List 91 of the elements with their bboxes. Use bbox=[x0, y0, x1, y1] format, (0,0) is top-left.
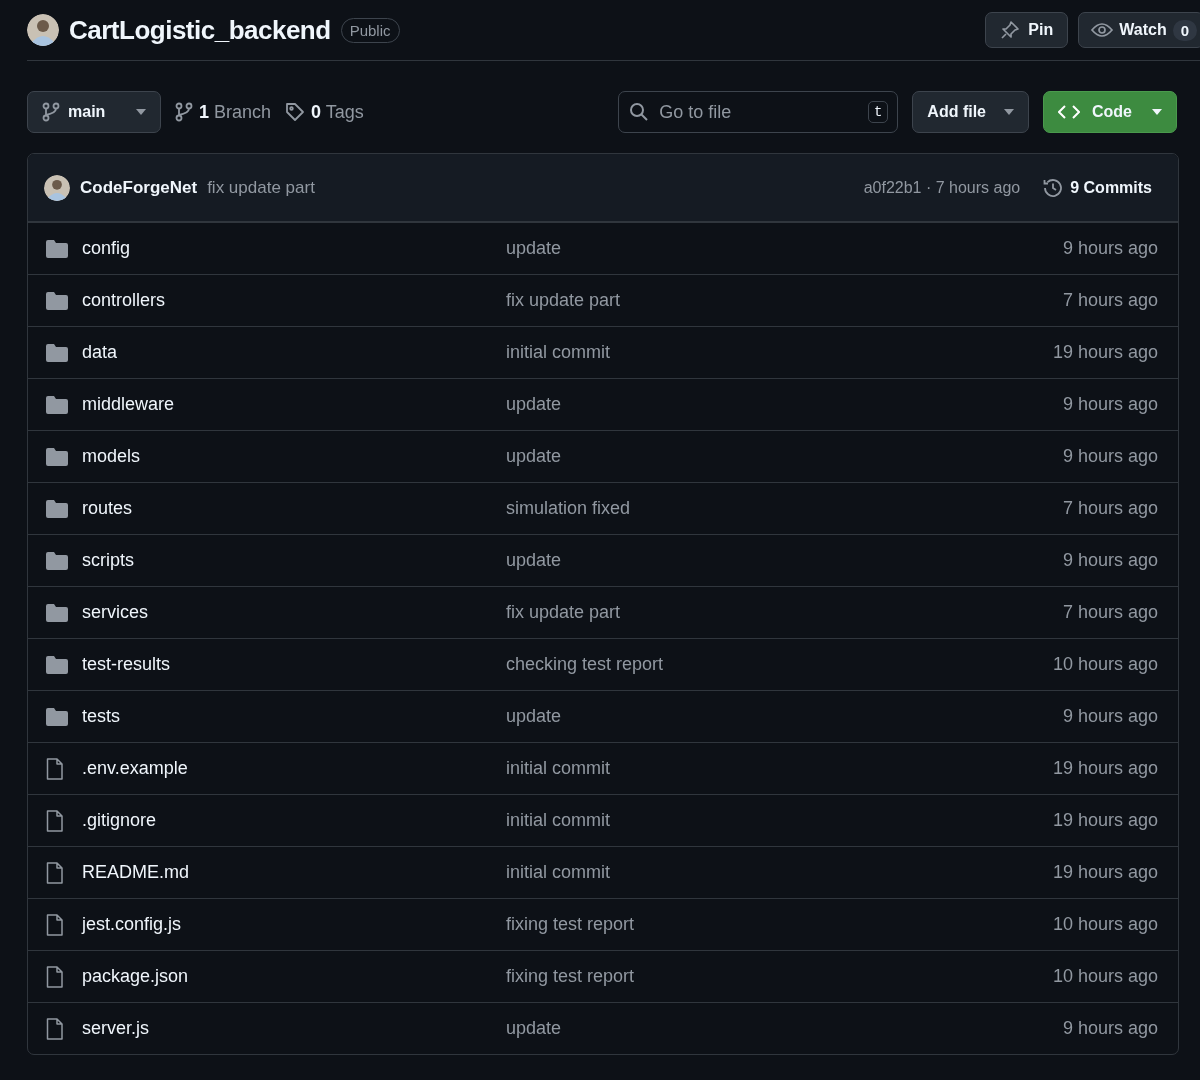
code-icon bbox=[1058, 104, 1080, 120]
commit-message[interactable]: fix update part bbox=[207, 177, 315, 198]
add-file-button[interactable]: Add file bbox=[912, 91, 1029, 133]
tags-link[interactable]: 0 Tags bbox=[311, 101, 364, 123]
folder-icon bbox=[46, 655, 68, 674]
eye-icon bbox=[1091, 22, 1114, 38]
branch-icon bbox=[175, 102, 193, 122]
file-icon bbox=[46, 757, 63, 780]
commit-message[interactable]: simulation fixed bbox=[506, 498, 631, 518]
commit-message[interactable]: update bbox=[506, 1018, 562, 1038]
commit-message[interactable]: initial commit bbox=[506, 342, 611, 362]
folder-icon bbox=[46, 551, 68, 570]
file-time: 10 hours ago bbox=[1052, 654, 1158, 675]
commit-message[interactable]: update bbox=[506, 446, 562, 466]
commit-message[interactable]: update bbox=[506, 550, 562, 570]
commit-message[interactable]: checking test report bbox=[506, 654, 664, 674]
history-icon bbox=[1042, 176, 1065, 199]
file-icon bbox=[46, 861, 63, 884]
file-name[interactable]: controllers bbox=[82, 290, 166, 310]
file-icon bbox=[46, 1017, 63, 1040]
folder-icon bbox=[46, 291, 68, 310]
search-icon bbox=[629, 102, 650, 122]
commits-link[interactable]: 9 Commits bbox=[1042, 176, 1152, 199]
caret-icon bbox=[1152, 109, 1162, 115]
folder-icon bbox=[46, 707, 68, 726]
pin-button[interactable]: Pin bbox=[985, 12, 1069, 48]
file-time: 9 hours ago bbox=[1062, 1018, 1158, 1039]
code-button[interactable]: Code bbox=[1043, 91, 1177, 133]
avatar bbox=[44, 174, 70, 201]
file-time: 19 hours ago bbox=[1052, 810, 1158, 831]
file-icon bbox=[46, 809, 63, 832]
branch-selector[interactable]: main bbox=[27, 91, 161, 133]
file-time: 9 hours ago bbox=[1062, 706, 1158, 727]
folder-icon bbox=[46, 239, 68, 258]
file-time: 9 hours ago bbox=[1062, 238, 1158, 259]
file-name[interactable]: services bbox=[82, 602, 148, 622]
file-name[interactable]: scripts bbox=[82, 550, 134, 570]
folder-icon bbox=[46, 343, 68, 362]
commit-hash-time[interactable]: a0f22b1 · 7 hours ago bbox=[863, 178, 1021, 197]
file-time: 19 hours ago bbox=[1052, 758, 1158, 779]
file-name[interactable]: tests bbox=[82, 706, 120, 726]
file-name[interactable]: data bbox=[82, 342, 118, 362]
folder-icon bbox=[46, 603, 68, 622]
commit-message[interactable]: fix update part bbox=[506, 290, 621, 310]
file-icon bbox=[46, 965, 63, 988]
file-time: 10 hours ago bbox=[1052, 966, 1158, 987]
watch-button[interactable]: Watch 0 bbox=[1078, 12, 1200, 48]
commit-message[interactable]: update bbox=[506, 706, 562, 726]
file-name[interactable]: server.js bbox=[82, 1018, 150, 1038]
branches-link[interactable]: 1 Branch bbox=[199, 101, 272, 123]
commit-message[interactable]: fixing test report bbox=[506, 914, 635, 934]
watch-count: 0 bbox=[1172, 19, 1197, 41]
commit-message[interactable]: fixing test report bbox=[506, 966, 635, 986]
commit-message[interactable]: initial commit bbox=[506, 758, 611, 778]
file-time: 9 hours ago bbox=[1062, 550, 1158, 571]
file-name[interactable]: jest.config.js bbox=[82, 914, 182, 934]
tag-icon bbox=[285, 102, 306, 122]
file-name[interactable]: .gitignore bbox=[82, 810, 157, 830]
file-name[interactable]: models bbox=[82, 446, 141, 466]
folder-icon bbox=[46, 499, 68, 518]
file-time: 9 hours ago bbox=[1062, 394, 1158, 415]
file-name[interactable]: .env.example bbox=[82, 758, 188, 778]
shortcut-key: t bbox=[867, 101, 889, 123]
branch-icon bbox=[42, 102, 60, 122]
commit-message[interactable]: update bbox=[506, 238, 562, 258]
avatar bbox=[27, 14, 59, 46]
file-name[interactable]: routes bbox=[82, 498, 133, 518]
caret-icon bbox=[1004, 109, 1014, 115]
commit-message[interactable]: initial commit bbox=[506, 810, 611, 830]
commit-message[interactable]: initial commit bbox=[506, 862, 611, 882]
repo-title: CartLogistic_backend bbox=[69, 14, 331, 46]
file-name[interactable]: config bbox=[82, 238, 131, 258]
file-time: 7 hours ago bbox=[1062, 602, 1158, 623]
file-name[interactable]: test-results bbox=[82, 654, 171, 674]
commit-message[interactable]: update bbox=[506, 394, 562, 414]
file-time: 7 hours ago bbox=[1062, 290, 1158, 311]
file-time: 7 hours ago bbox=[1062, 498, 1158, 519]
file-time: 19 hours ago bbox=[1052, 862, 1158, 883]
folder-icon bbox=[46, 447, 68, 466]
folder-icon bbox=[46, 395, 68, 414]
file-time: 9 hours ago bbox=[1062, 446, 1158, 467]
file-icon bbox=[46, 913, 63, 936]
pin-icon bbox=[1000, 20, 1021, 40]
commit-author[interactable]: CodeForgeNet bbox=[80, 177, 198, 198]
file-time: 10 hours ago bbox=[1052, 914, 1158, 935]
file-name[interactable]: package.json bbox=[82, 966, 189, 986]
file-name[interactable]: README.md bbox=[82, 862, 189, 882]
caret-icon bbox=[136, 109, 146, 115]
file-time: 19 hours ago bbox=[1052, 342, 1158, 363]
commit-message[interactable]: fix update part bbox=[506, 602, 621, 622]
file-name[interactable]: middleware bbox=[82, 394, 175, 414]
